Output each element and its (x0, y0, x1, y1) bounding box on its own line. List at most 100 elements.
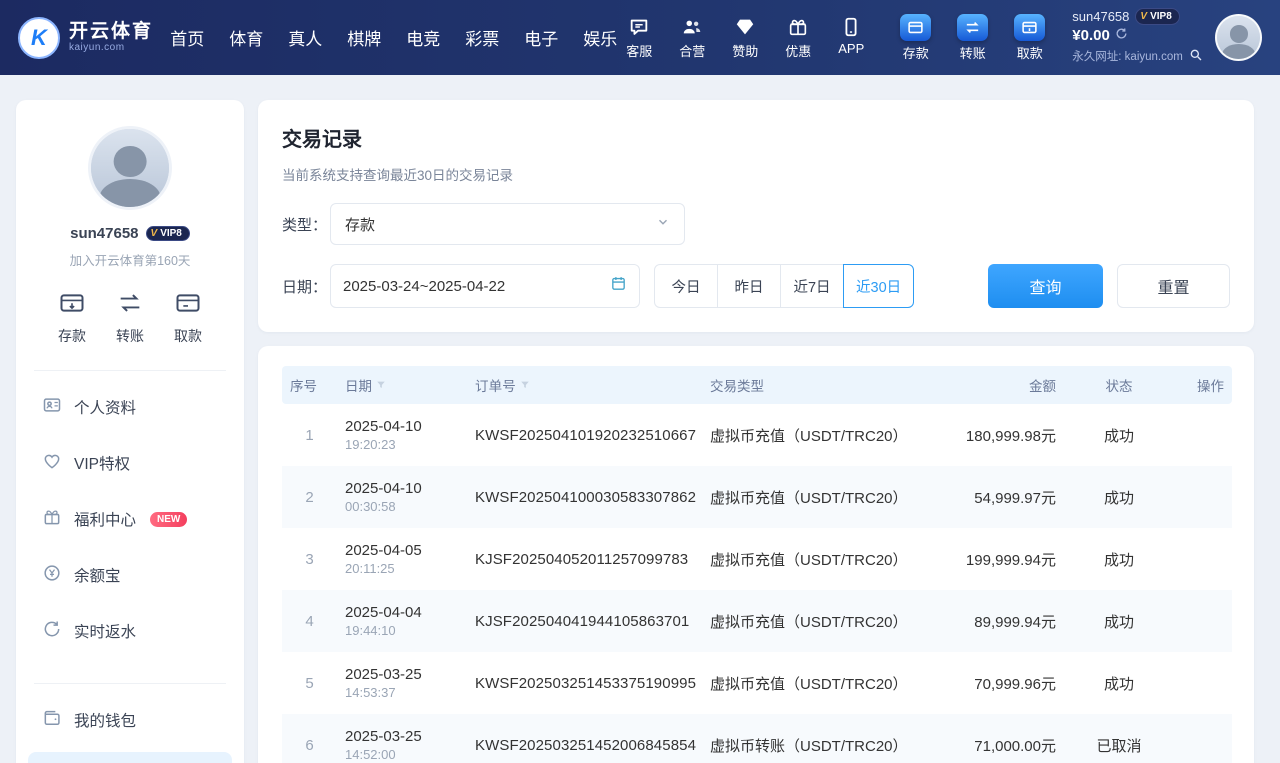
search-button[interactable]: 查询 (988, 264, 1103, 308)
row-time-value: 19:20:23 (345, 437, 459, 452)
table-row: 1 2025-04-10 19:20:23 KWSF20250410192023… (282, 404, 1232, 466)
sidebar-item-profile[interactable]: 个人资料 (16, 379, 244, 435)
sidebar-avatar[interactable] (88, 126, 172, 210)
table-row: 6 2025-03-25 14:52:00 KWSF20250325145200… (282, 714, 1232, 763)
row-transaction-type: 虚拟币充值（USDT/TRC20） (702, 673, 942, 694)
date-range-input[interactable] (343, 278, 602, 295)
sidebar-deposit-button[interactable]: 存款 (58, 289, 86, 346)
withdraw-shortcut-button[interactable]: 取款 (1007, 14, 1052, 62)
nav-item-chess[interactable]: 棋牌 (347, 25, 381, 50)
row-date: 2025-04-05 20:11:25 (337, 542, 467, 576)
row-date-value: 2025-04-10 (345, 480, 459, 497)
sidebar-item-yuebao-label: 余额宝 (74, 564, 121, 586)
heart-icon (42, 451, 62, 476)
nav-item-slots[interactable]: 电子 (524, 25, 558, 50)
withdraw-label: 取款 (1017, 43, 1043, 62)
sidebar-transfer-icon (116, 289, 144, 320)
table-row: 3 2025-04-05 20:11:25 KJSF20250405201125… (282, 528, 1232, 590)
id-card-icon (42, 395, 62, 420)
quick-date-yesterday[interactable]: 昨日 (717, 264, 781, 308)
customer-service-button[interactable]: 客服 (617, 16, 661, 60)
quick-date-30days[interactable]: 近30日 (843, 264, 914, 308)
nav-item-esports[interactable]: 电竞 (406, 25, 440, 50)
chevron-down-icon (656, 215, 670, 233)
quick-date-today[interactable]: 今日 (654, 264, 718, 308)
row-date-value: 2025-03-25 (345, 666, 459, 683)
sponsor-button[interactable]: 赞助 (723, 16, 767, 60)
header-order-number: 订单号 (467, 375, 702, 395)
app-label: APP (838, 41, 864, 56)
type-filter-label: 类型： (282, 214, 330, 235)
row-status: 成功 (1064, 673, 1174, 694)
filter-icon[interactable] (520, 378, 530, 393)
row-index: 6 (282, 737, 337, 754)
search-icon[interactable] (1189, 48, 1203, 68)
date-filter-label: 日期： (282, 276, 330, 297)
sidebar-item-wallet[interactable]: 我的钱包 (16, 692, 244, 748)
row-order-number: KJSF202504052011257099783 (467, 551, 702, 568)
wallet-shortcuts: 存款 转账 取款 (893, 14, 1052, 62)
row-order-number: KWSF202504100030583307862 (467, 489, 702, 506)
promo-label: 优惠 (785, 41, 811, 60)
sidebar-withdraw-icon (174, 289, 202, 320)
permanent-url-note: 永久网址: kaiyun.com (1072, 50, 1183, 66)
promo-button[interactable]: 优惠 (776, 16, 820, 60)
quick-date-group: 今日 昨日 近7日 近30日 (654, 264, 914, 308)
row-status: 成功 (1064, 549, 1174, 570)
sidebar-item-rebate[interactable]: 实时返水 (16, 603, 244, 659)
nav-item-entertainment[interactable]: 娱乐 (583, 25, 617, 50)
header-actions: 操作 (1174, 375, 1232, 395)
sidebar-username: sun47658 (70, 225, 138, 242)
deposit-label: 存款 (903, 43, 929, 62)
sidebar-withdraw-button[interactable]: 取款 (174, 289, 202, 346)
header-status: 状态 (1064, 375, 1174, 395)
row-index: 5 (282, 675, 337, 692)
sidebar-quick-actions: 存款 转账 取款 (16, 289, 244, 346)
transfer-shortcut-button[interactable]: 转账 (950, 14, 995, 62)
transfer-label: 转账 (960, 43, 986, 62)
brand-logo[interactable]: K 开云体育 kaiyun.com (18, 17, 166, 59)
sidebar-item-transaction-records[interactable]: 交易记录 (28, 752, 232, 763)
row-date-value: 2025-04-05 (345, 542, 459, 559)
app-download-button[interactable]: APP (829, 16, 873, 60)
refresh-balance-icon[interactable] (1115, 26, 1128, 46)
sidebar-item-yuebao[interactable]: 余额宝 (16, 547, 244, 603)
nav-item-live[interactable]: 真人 (288, 25, 322, 50)
type-select-value: 存款 (345, 214, 375, 235)
row-transaction-type: 虚拟币充值（USDT/TRC20） (702, 487, 942, 508)
reset-button[interactable]: 重置 (1117, 264, 1230, 308)
deposit-card-icon (900, 14, 931, 41)
sidebar-withdraw-label: 取款 (174, 326, 202, 346)
row-index: 1 (282, 427, 337, 444)
row-date: 2025-04-10 00:30:58 (337, 480, 467, 514)
row-date: 2025-04-04 19:44:10 (337, 604, 467, 638)
nav-item-lottery[interactable]: 彩票 (465, 25, 499, 50)
page-title: 交易记录 (282, 123, 1230, 152)
quick-date-7days[interactable]: 近7日 (780, 264, 844, 308)
row-amount: 89,999.94元 (942, 611, 1064, 632)
filter-icon[interactable] (376, 378, 386, 393)
row-amount: 70,999.96元 (942, 673, 1064, 694)
brand-name: 开云体育 (69, 22, 153, 43)
sidebar-item-welfare-label: 福利中心 (74, 508, 136, 530)
sidebar-item-vip[interactable]: VIP特权 (16, 435, 244, 491)
nav-item-home[interactable]: 首页 (170, 25, 204, 50)
row-order-number: KWSF202503251453375190995 (467, 675, 702, 692)
username: sun47658 (1072, 8, 1129, 26)
row-order-number: KJSF202504041944105863701 (467, 613, 702, 630)
sidebar-transfer-button[interactable]: 转账 (116, 289, 144, 346)
partnership-button[interactable]: 合营 (670, 16, 714, 60)
sidebar-deposit-label: 存款 (58, 326, 86, 346)
deposit-shortcut-button[interactable]: 存款 (893, 14, 938, 62)
row-transaction-type: 虚拟币转账（USDT/TRC20） (702, 735, 942, 756)
sidebar-item-vip-label: VIP特权 (74, 452, 130, 474)
type-select[interactable]: 存款 (330, 203, 685, 245)
sidebar-vip-badge: V VIP8 (146, 226, 190, 241)
sidebar-vip-crown-icon: V (151, 228, 158, 239)
user-avatar[interactable] (1215, 14, 1262, 61)
sidebar-item-welfare[interactable]: 福利中心 NEW (16, 491, 244, 547)
calendar-icon[interactable] (610, 275, 627, 297)
nav-item-sports[interactable]: 体育 (229, 25, 263, 50)
balance-amount: ¥0.00 (1072, 26, 1110, 46)
row-time-value: 20:11:25 (345, 561, 459, 576)
